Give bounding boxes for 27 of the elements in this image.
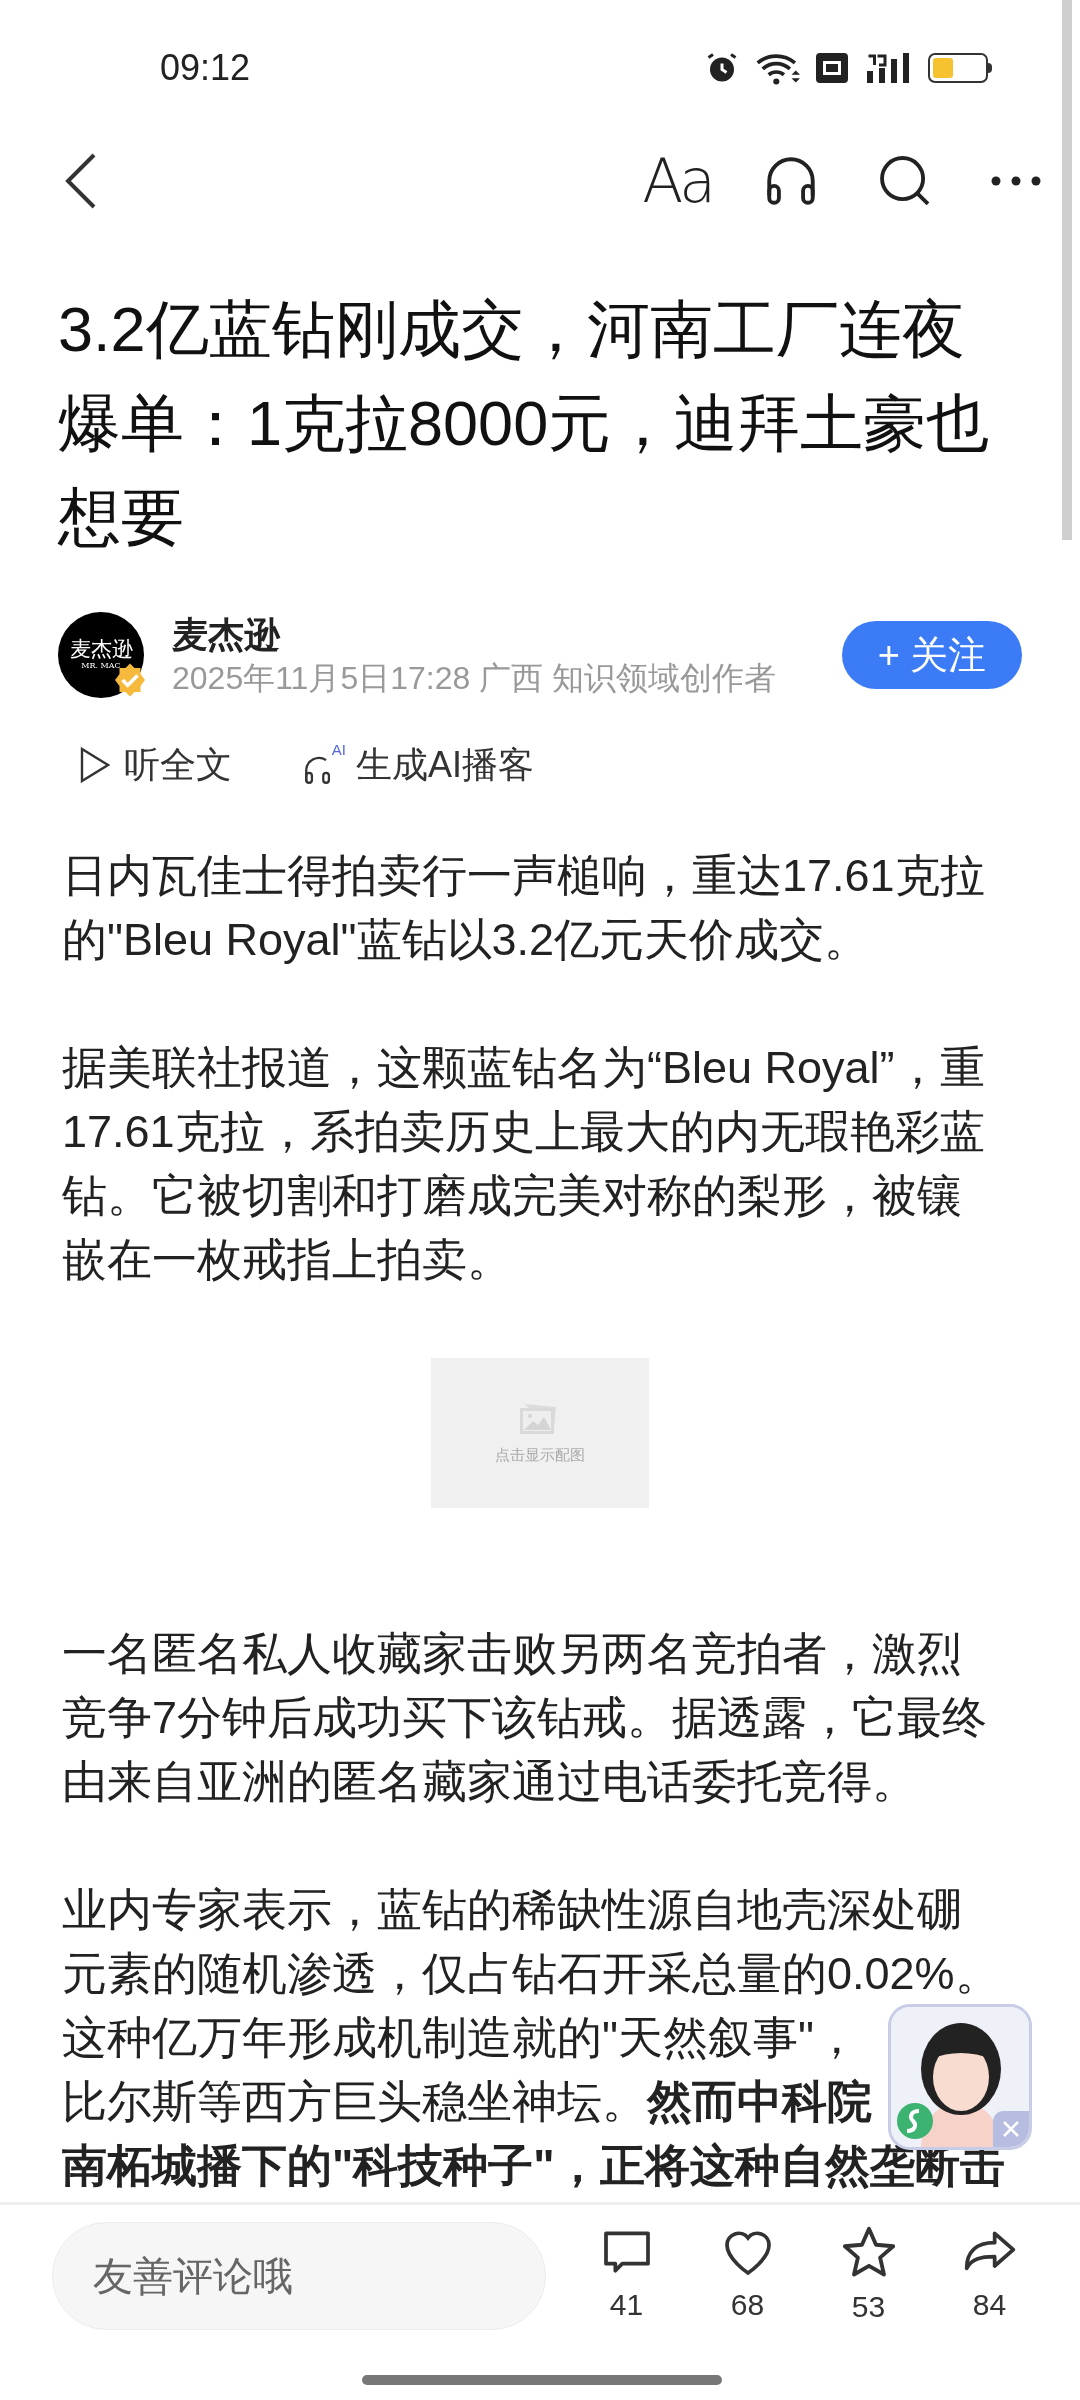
article-title: 3.2亿蓝钻刚成交，河南工厂连夜 爆单：1克拉8000元，迪拜土豪也 想要 [58, 293, 990, 554]
font-size-button[interactable]: Aa [642, 151, 712, 211]
battery-icon [928, 53, 992, 83]
author-name[interactable]: 麦杰逊 [172, 612, 777, 658]
paragraph-line: 元素的随机渗透，仅占钻石开采总量的0.02%。 [62, 1947, 1000, 2001]
status-time: 09:12 [160, 46, 251, 90]
play-icon [80, 747, 110, 783]
article-paragraph: 日内瓦佳士得拍卖行一声槌响，重达17.61克拉 的"Bleu Royal"蓝钻以3.2亿元天价成交。 [62, 849, 985, 967]
article-paragraph: 据美联社报道，这颗蓝钻名为“Bleu Royal”，重 17.61克拉，系拍卖历史上最大的内无瑕艳彩蓝 钻。它被切割和打磨成完美对称的梨形，被镶 嵌在一枚戒指上拍卖。 [62, 1041, 985, 1287]
comment-field[interactable]: 友善评论哦 [52, 2222, 546, 2330]
listen-button[interactable]: 听全文 [80, 738, 232, 792]
follow-button[interactable]: + 关注 [842, 621, 1022, 689]
article-paragraph: 一名匿名私人收藏家击败另两名竞拍者，激烈 竞争7分钟后成功买下该钻戒。据透露，它最终 由来自亚洲的匿名藏家通过电话委托竞得。 [62, 1627, 988, 1809]
more-button[interactable] [990, 174, 1042, 188]
author-avatar: 麦杰逊 MR. MAC [58, 612, 144, 698]
logo-icon [895, 2101, 935, 2141]
hd-icon [816, 53, 848, 83]
cellular-signal-icon [864, 50, 912, 86]
paragraph-line: 比尔斯等西方巨头稳坐神坛。然而中科院 [62, 2075, 872, 2129]
paragraph-line: 业内专家表示，蓝钻的稀缺性源自地壳深处硼 [62, 1883, 962, 1937]
author-meta: 2025年11月5日17:28 广西 知识领域创作者 [172, 659, 777, 698]
like-button[interactable]: 68 [702, 2223, 793, 2329]
podcast-button[interactable]: AI 生成AI播客 [302, 738, 534, 792]
close-icon [1002, 2120, 1020, 2138]
paragraph-line: 这种亿万年形成机制造就的"天然叙事"， [62, 2011, 859, 2065]
star-button[interactable]: 53 [823, 2223, 914, 2329]
share-button[interactable]: 84 [944, 2223, 1035, 2329]
